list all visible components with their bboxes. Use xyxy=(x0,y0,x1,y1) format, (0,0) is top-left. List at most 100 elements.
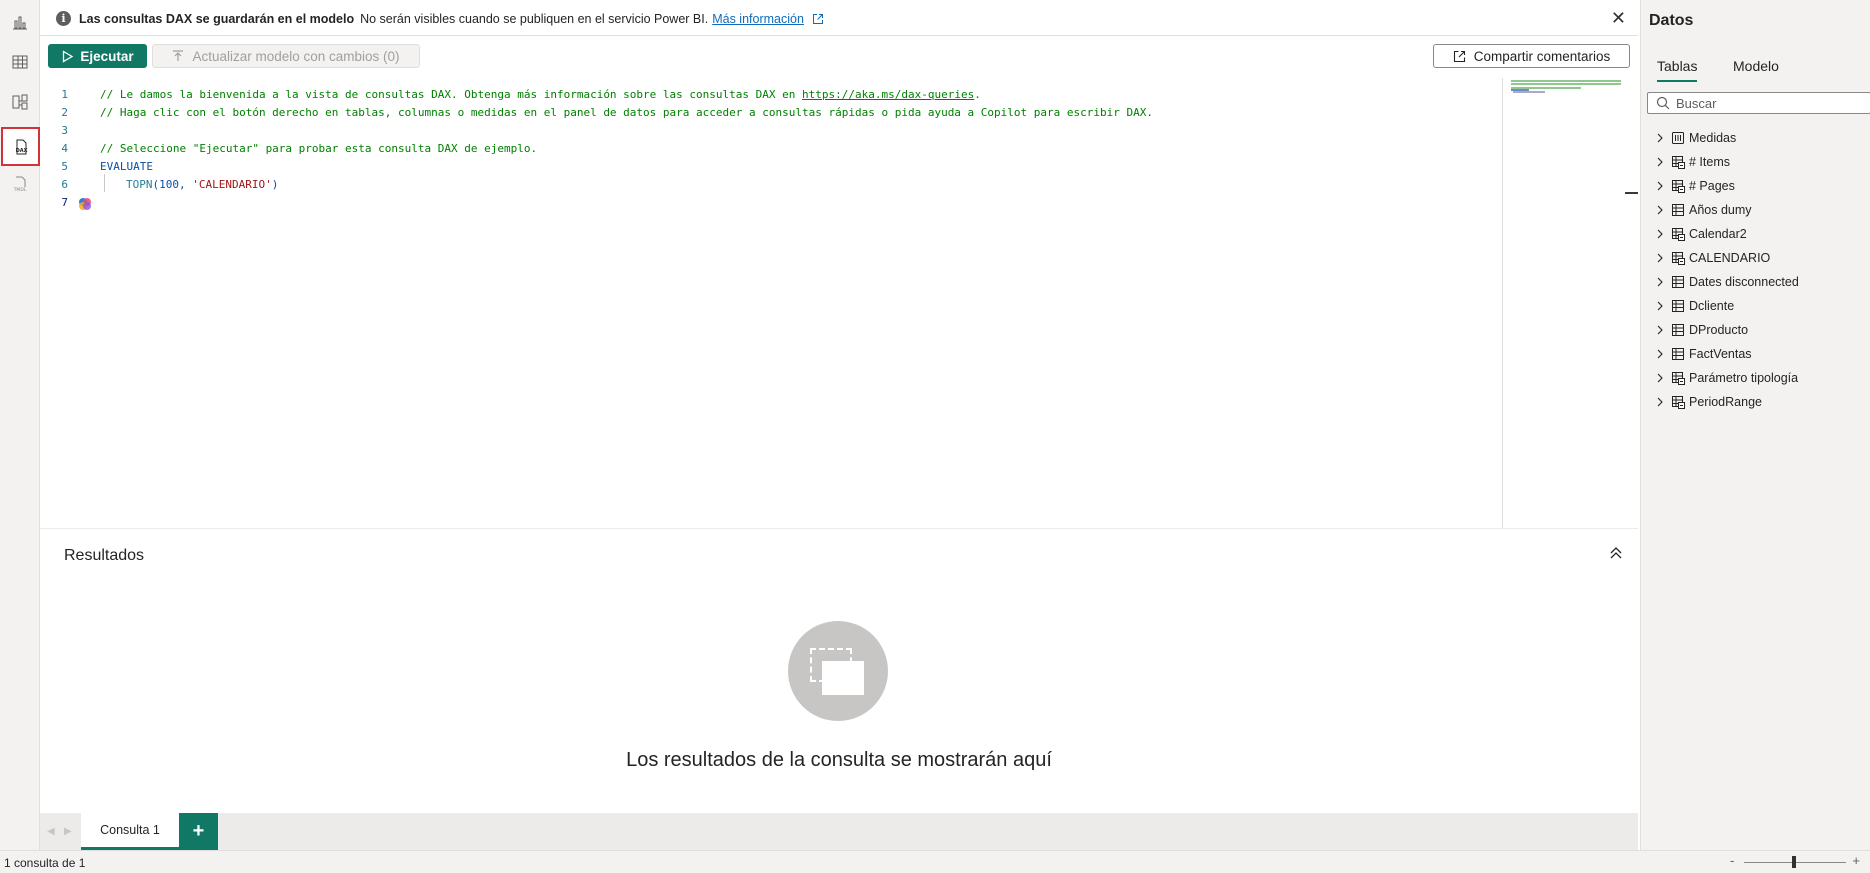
table-item[interactable]: Calendar2 xyxy=(1641,222,1870,246)
table-item[interactable]: FactVentas xyxy=(1641,342,1870,366)
status-bar: 1 consulta de 1 - + xyxy=(0,850,1870,873)
calc-table-icon xyxy=(1672,156,1685,169)
chevron-right-icon[interactable] xyxy=(1655,157,1665,167)
line-number: 5 xyxy=(61,159,68,173)
tmdl-view-button[interactable]: TMDL xyxy=(4,168,36,200)
dax-code-editor[interactable]: 1 // Le damos la bienvenida a la vista d… xyxy=(40,78,1638,528)
table-item[interactable]: DProducto xyxy=(1641,318,1870,342)
scroll-ruler-marker xyxy=(1625,192,1638,194)
table-item[interactable]: Años dumy xyxy=(1641,198,1870,222)
code-minimap[interactable] xyxy=(1502,78,1624,528)
table-item[interactable]: CALENDARIO xyxy=(1641,246,1870,270)
chevron-right-icon[interactable] xyxy=(1655,133,1665,143)
calc-table-icon xyxy=(1672,396,1685,409)
chevron-double-up-icon[interactable] xyxy=(1608,545,1624,561)
table-item-label: FactVentas xyxy=(1689,347,1752,361)
table-icon xyxy=(1672,324,1684,336)
chevron-right-icon[interactable] xyxy=(1655,277,1665,287)
table-item[interactable]: Dates disconnected xyxy=(1641,270,1870,294)
measure-table-icon xyxy=(1672,132,1684,144)
tab-scroll-right-icon[interactable]: ▶ xyxy=(64,826,72,837)
code-line: 2 // Haga clic con el botón derecho en t… xyxy=(40,103,1500,121)
update-model-button[interactable]: Actualizar modelo con cambios (0) xyxy=(152,44,420,68)
search-icon xyxy=(1656,96,1670,110)
empty-results-message: Los resultados de la consulta se mostrar… xyxy=(626,749,1052,771)
code-comment: // Seleccione "Ejecutar" para probar est… xyxy=(100,141,538,155)
code-line: 3 xyxy=(40,121,1500,139)
chevron-right-icon[interactable] xyxy=(1655,181,1665,191)
tab-consulta-1[interactable]: Consulta 1 xyxy=(81,813,179,850)
search-box[interactable] xyxy=(1647,92,1870,114)
tables-list: Medidas # Items # Pages Años dumy Calendar2 C… xyxy=(1641,126,1870,414)
chevron-right-icon[interactable] xyxy=(1655,325,1665,335)
tab-tablas[interactable]: Tablas xyxy=(1657,58,1698,82)
add-query-button[interactable]: + xyxy=(179,813,218,850)
chevron-right-icon[interactable] xyxy=(1655,373,1665,383)
table-item[interactable]: PeriodRange xyxy=(1641,390,1870,414)
search-input[interactable] xyxy=(1676,95,1856,111)
chevron-right-icon[interactable] xyxy=(1655,205,1665,215)
chevron-right-icon[interactable] xyxy=(1655,253,1665,263)
zoom-out-button[interactable]: - xyxy=(1730,853,1734,868)
chevron-right-icon[interactable] xyxy=(1655,349,1665,359)
table-item-label: Dates disconnected xyxy=(1689,275,1799,289)
table-item-label: Dcliente xyxy=(1689,299,1735,313)
data-pane: Datos Tablas Modelo Medidas # Items # Page… xyxy=(1640,0,1870,850)
dax-icon-label: DAX xyxy=(15,148,27,154)
table-item[interactable]: Parámetro tipología xyxy=(1641,366,1870,390)
chevron-right-icon[interactable] xyxy=(1655,229,1665,239)
table-item[interactable]: # Pages xyxy=(1641,174,1870,198)
line-number: 6 xyxy=(61,177,68,191)
report-view-button[interactable] xyxy=(4,6,36,38)
info-banner: i Las consultas DAX se guardarán en el m… xyxy=(40,2,1638,36)
share-feedback-button[interactable]: Compartir comentarios xyxy=(1433,44,1630,68)
results-panel: Resultados Los resultados de la consulta… xyxy=(40,528,1638,813)
data-pane-title: Datos xyxy=(1649,12,1694,29)
empty-results-illustration xyxy=(788,621,888,721)
table-grid-icon xyxy=(12,55,28,69)
code-function: TOPN xyxy=(126,177,153,191)
calc-table-icon xyxy=(1672,252,1685,265)
table-view-button[interactable] xyxy=(4,46,36,78)
code-line: 6 TOPN(100, 'CALENDARIO') xyxy=(40,175,1500,193)
table-item[interactable]: # Items xyxy=(1641,150,1870,174)
zoom-in-button[interactable]: + xyxy=(1852,853,1860,868)
code-line: 7 xyxy=(40,193,1500,211)
share-icon xyxy=(1453,50,1465,62)
power-bi-dax-query-view: DAX TMDL i Las consultas DAX se guardará… xyxy=(0,0,1870,873)
close-banner-icon[interactable]: ✕ xyxy=(1611,9,1626,27)
run-button[interactable]: Ejecutar xyxy=(48,44,147,68)
zoom-slider[interactable]: - + xyxy=(1730,853,1860,869)
table-item-label: Calendar2 xyxy=(1689,227,1747,241)
table-item[interactable]: Dcliente xyxy=(1641,294,1870,318)
dax-icon: DAX xyxy=(15,139,27,154)
chevron-right-icon[interactable] xyxy=(1655,397,1665,407)
tab-modelo[interactable]: Modelo xyxy=(1733,58,1779,74)
table-item-label: # Pages xyxy=(1689,179,1735,193)
line-number: 7 xyxy=(61,195,68,209)
code-paren: ) xyxy=(271,177,279,191)
share-feedback-label: Compartir comentarios xyxy=(1473,48,1611,64)
table-item-label: # Items xyxy=(1689,155,1730,169)
line-number: 1 xyxy=(61,87,68,101)
zoom-slider-thumb[interactable] xyxy=(1792,856,1796,868)
run-button-label: Ejecutar xyxy=(80,48,134,64)
code-string: 'CALENDARIO' xyxy=(192,177,272,191)
line-number: 2 xyxy=(61,105,68,119)
chevron-right-icon[interactable] xyxy=(1655,301,1665,311)
tmdl-icon-label: TMDL xyxy=(13,187,27,193)
table-icon xyxy=(1672,300,1684,312)
query-toolbar: Ejecutar Actualizar modelo con cambios (… xyxy=(40,38,1638,74)
code-keyword: EVALUATE xyxy=(100,159,153,173)
table-item[interactable]: Medidas xyxy=(1641,126,1870,150)
banner-text: No serán visibles cuando se publiquen en… xyxy=(360,11,709,26)
tab-scroll-left-icon[interactable]: ◀ xyxy=(47,826,55,837)
dax-queries-link[interactable]: https://aka.ms/dax-queries xyxy=(802,88,974,101)
learn-more-link[interactable]: Más información xyxy=(712,12,804,26)
model-view-button[interactable] xyxy=(4,86,36,118)
external-link-icon[interactable] xyxy=(812,13,824,25)
info-icon: i xyxy=(56,11,71,26)
dax-query-view-button[interactable]: DAX xyxy=(1,127,40,166)
table-item-label: PeriodRange xyxy=(1689,395,1762,409)
copilot-icon[interactable] xyxy=(78,197,92,211)
